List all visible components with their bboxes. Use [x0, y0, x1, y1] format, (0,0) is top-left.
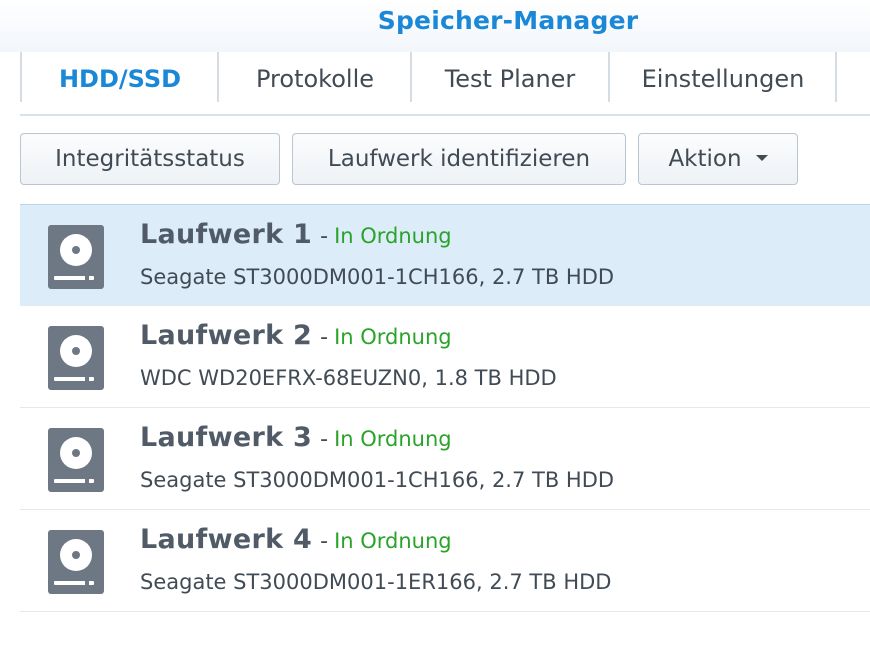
integrity-status-button[interactable]: Integritätsstatus	[20, 133, 280, 185]
drive-model: Seagate ST3000DM001-1CH166, 2.7 TB HDD	[140, 468, 615, 492]
caret-down-icon	[755, 155, 768, 161]
tab-hdd-ssd[interactable]: HDD/SSD	[22, 52, 218, 102]
tab-separator	[835, 52, 837, 102]
hdd-icon	[48, 530, 104, 594]
drive-title: Laufwerk 2- In Ordnung	[140, 320, 452, 351]
drive-status: In Ordnung	[334, 325, 452, 349]
hdd-icon	[48, 326, 104, 390]
hdd-icon	[48, 225, 104, 289]
drive-status: In Ordnung	[334, 224, 452, 248]
window-titlebar: Speicher-Manager	[0, 0, 870, 52]
drive-name: Laufwerk 1	[140, 219, 313, 250]
tab-protokolle[interactable]: Protokolle	[219, 52, 411, 102]
drive-name: Laufwerk 4	[140, 524, 313, 555]
drive-title: Laufwerk 4- In Ordnung	[140, 524, 452, 555]
drive-list: Laufwerk 1- In Ordnung Seagate ST3000DM00…	[20, 204, 870, 612]
drive-title: Laufwerk 1- In Ordnung	[140, 219, 452, 250]
drive-title: Laufwerk 3- In Ordnung	[140, 422, 452, 453]
tab-einstellungen[interactable]: Einstellungen	[610, 52, 836, 102]
action-label: Aktion	[668, 146, 742, 172]
title-separator: -	[320, 427, 329, 452]
drive-row[interactable]: Laufwerk 1- In Ordnung Seagate ST3000DM00…	[20, 204, 870, 306]
title-separator: -	[320, 325, 329, 350]
tab-bar: HDD/SSD Protokolle Test Planer Einstellu…	[20, 52, 870, 116]
drive-row[interactable]: Laufwerk 2- In Ordnung WDC WD20EFRX-68EUZ…	[20, 306, 870, 408]
tab-test-planer[interactable]: Test Planer	[412, 52, 608, 102]
hdd-icon	[48, 428, 104, 492]
drive-model: Seagate ST3000DM001-1CH166, 2.7 TB HDD	[140, 265, 615, 289]
drive-status: In Ordnung	[334, 529, 452, 553]
drive-name: Laufwerk 3	[140, 422, 313, 453]
drive-row[interactable]: Laufwerk 4- In Ordnung Seagate ST3000DM00…	[20, 510, 870, 612]
title-separator: -	[320, 224, 329, 249]
drive-name: Laufwerk 2	[140, 320, 313, 351]
drive-row[interactable]: Laufwerk 3- In Ordnung Seagate ST3000DM00…	[20, 408, 870, 510]
action-dropdown-button[interactable]: Aktion	[638, 133, 798, 185]
drive-model: WDC WD20EFRX-68EUZN0, 1.8 TB HDD	[140, 366, 557, 390]
drive-status: In Ordnung	[334, 427, 452, 451]
title-separator: -	[320, 529, 329, 554]
app-title: Speicher-Manager	[377, 6, 639, 35]
identify-drive-button[interactable]: Laufwerk identifizieren	[292, 133, 626, 185]
drive-model: Seagate ST3000DM001-1ER166, 2.7 TB HDD	[140, 570, 612, 594]
